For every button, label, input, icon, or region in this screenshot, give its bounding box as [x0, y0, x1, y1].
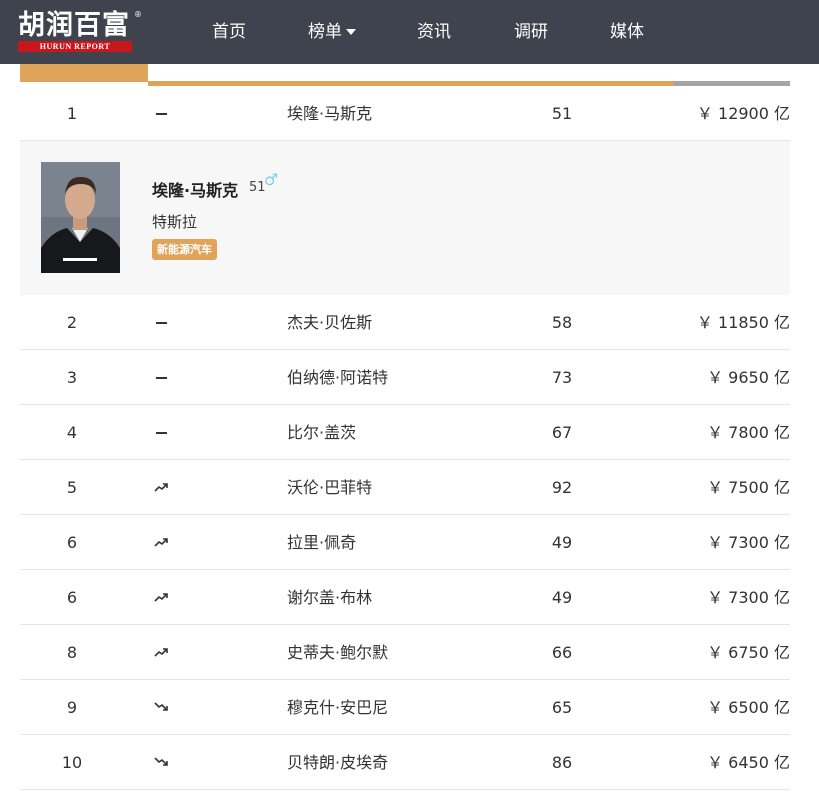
trend-flat-icon [154, 86, 170, 141]
ranking-row[interactable]: 3 伯纳德·阿诺特 73 ￥ 9650 亿 [20, 350, 790, 405]
rank-number: 8 [66, 643, 78, 662]
trend-up-icon [154, 625, 170, 680]
person-name: 杰夫·贝佐斯 [287, 313, 373, 332]
person-name: 拉里·佩奇 [287, 533, 357, 552]
ranking-row[interactable]: 1 埃隆·马斯克 51 ￥ 12900 亿 [20, 86, 790, 141]
trend-flat-icon [154, 350, 170, 405]
ranking-row[interactable]: 10 贝特朗·皮埃奇 86 ￥ 6450 亿 [20, 735, 790, 790]
top-nav-bar: 胡润百富 ® HURUN REPORT 首页 榜单 资讯 调研 媒体 [0, 0, 819, 64]
wealth-value: ￥ 7300 亿 [707, 588, 790, 607]
trend-flat-icon [154, 405, 170, 460]
rank-number: 4 [66, 423, 78, 442]
ranking-row[interactable]: 9 穆克什·安巴尼 65 ￥ 6500 亿 [20, 680, 790, 735]
active-tab-indicator[interactable] [20, 64, 148, 82]
person-detail-card: 埃隆·马斯克 51 ♂ 特斯拉 新能源汽车 [20, 141, 790, 295]
wealth-value: ￥ 7300 亿 [707, 533, 790, 552]
person-name: 谢尔盖·布林 [287, 588, 373, 607]
person-name: 穆克什·安巴尼 [287, 698, 389, 717]
industry-tag[interactable]: 新能源汽车 [152, 239, 217, 260]
person-name: 史蒂夫·鲍尔默 [287, 643, 389, 662]
chevron-down-icon [346, 29, 356, 35]
hurun-logo[interactable]: 胡润百富 ® HURUN REPORT [18, 10, 142, 54]
person-age: 67 [551, 423, 573, 442]
rank-number: 9 [66, 698, 78, 717]
person-photo[interactable] [41, 162, 120, 273]
wealth-value: ￥ 12900 亿 [696, 104, 790, 123]
ranking-list: 1 埃隆·马斯克 51 ￥ 12900 亿 埃隆·马斯克 51 ♂ 特斯拉 新能… [20, 86, 790, 790]
rank-number: 5 [66, 478, 78, 497]
trend-down-icon [154, 735, 170, 790]
trend-up-icon [154, 570, 170, 625]
wealth-value: ￥ 7500 亿 [707, 478, 790, 497]
person-age: 66 [551, 643, 573, 662]
rank-number: 6 [66, 533, 78, 552]
detail-company: 特斯拉 [152, 213, 198, 231]
rank-number: 6 [66, 588, 78, 607]
detail-name: 埃隆·马斯克 [152, 181, 239, 200]
nav-research[interactable]: 调研 [514, 0, 548, 64]
ranking-row[interactable]: 4 比尔·盖茨 67 ￥ 7800 亿 [20, 405, 790, 460]
person-name: 埃隆·马斯克 [287, 104, 373, 123]
ranking-row[interactable]: 6 谢尔盖·布林 49 ￥ 7300 亿 [20, 570, 790, 625]
person-age: 49 [551, 588, 573, 607]
nav-news[interactable]: 资讯 [417, 0, 451, 64]
logo-english-text: HURUN REPORT [18, 41, 132, 52]
rank-number: 10 [61, 753, 83, 772]
wealth-value: ￥ 6500 亿 [707, 698, 790, 717]
wealth-value: ￥ 7800 亿 [707, 423, 790, 442]
trend-up-icon [154, 515, 170, 570]
trend-up-icon [154, 460, 170, 515]
person-age: 49 [551, 533, 573, 552]
wealth-value: ￥ 9650 亿 [707, 368, 790, 387]
wealth-value: ￥ 6750 亿 [707, 643, 790, 662]
trend-down-icon [154, 680, 170, 735]
person-age: 51 [551, 104, 573, 123]
nav-media[interactable]: 媒体 [610, 0, 644, 64]
logo-chinese-text: 胡润百富 [18, 10, 130, 41]
nav-rankings[interactable]: 榜单 [308, 0, 356, 64]
wealth-value: ￥ 6450 亿 [707, 753, 790, 772]
trend-flat-icon [154, 295, 170, 350]
wealth-value: ￥ 11850 亿 [696, 313, 790, 332]
person-name: 比尔·盖茨 [287, 423, 357, 442]
person-age: 92 [551, 478, 573, 497]
nav-home[interactable]: 首页 [212, 0, 246, 64]
ranking-row[interactable]: 8 史蒂夫·鲍尔默 66 ￥ 6750 亿 [20, 625, 790, 680]
logo-registered-mark: ® [134, 10, 142, 19]
person-age: 73 [551, 368, 573, 387]
person-age: 86 [551, 753, 573, 772]
nav-rankings-label: 榜单 [308, 22, 342, 42]
rank-number: 3 [66, 368, 78, 387]
person-name: 伯纳德·阿诺特 [287, 368, 389, 387]
ranking-row[interactable]: 6 拉里·佩奇 49 ￥ 7300 亿 [20, 515, 790, 570]
male-gender-icon: ♂ [264, 170, 279, 189]
person-name: 贝特朗·皮埃奇 [287, 753, 389, 772]
rank-number: 2 [66, 313, 78, 332]
person-age: 58 [551, 313, 573, 332]
ranking-row[interactable]: 5 沃伦·巴菲特 92 ￥ 7500 亿 [20, 460, 790, 515]
ranking-row[interactable]: 2 杰夫·贝佐斯 58 ￥ 11850 亿 [20, 295, 790, 350]
person-name: 沃伦·巴菲特 [287, 478, 373, 497]
rank-number: 1 [66, 104, 78, 123]
person-age: 65 [551, 698, 573, 717]
portrait-image [41, 162, 120, 273]
